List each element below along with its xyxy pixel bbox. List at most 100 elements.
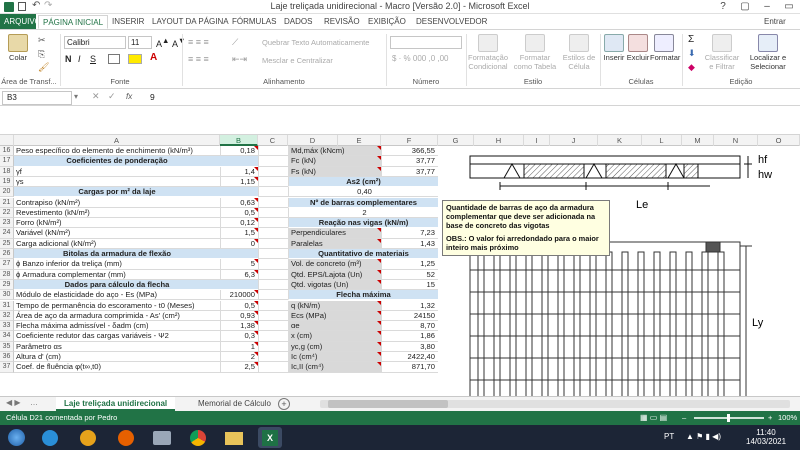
cell-d[interactable]: Ic,II (cm⁴)	[288, 362, 381, 373]
cell-c[interactable]	[258, 207, 288, 219]
cell-b[interactable]: 0,5	[220, 207, 258, 219]
cell-f[interactable]: 8,70	[381, 321, 438, 332]
row-header[interactable]: 27	[0, 259, 14, 270]
column-header-a[interactable]: A	[14, 135, 220, 146]
cell-a[interactable]: Cargas por m² da laje	[14, 187, 220, 198]
column-header-d[interactable]: D	[288, 135, 338, 146]
cell-a[interactable]: γs	[14, 177, 220, 188]
row-header[interactable]: 24	[0, 228, 14, 239]
tray-icons[interactable]: ▲ ⚑ ▮ ◀)	[686, 432, 721, 441]
row-header[interactable]: 28	[0, 269, 14, 280]
cell-d[interactable]: yc,g (cm)	[288, 341, 381, 352]
cell-a[interactable]: Coef. de fluência φ(t∞,t0)	[14, 362, 220, 373]
cell-f[interactable]: 24150	[381, 310, 438, 322]
cell-d[interactable]: Paralelas	[288, 238, 381, 249]
cut-icon[interactable]: ✂	[38, 35, 46, 46]
cell-b[interactable]: 1	[220, 341, 258, 352]
cell-b[interactable]	[220, 156, 258, 167]
column-header-c[interactable]: C	[258, 135, 288, 146]
cell-f[interactable]: 52	[381, 269, 438, 280]
cell-styles-button[interactable]: Estilos de Célula	[562, 34, 596, 71]
tab-page-layout[interactable]: LAYOUT DA PÁGINA	[148, 15, 233, 29]
cell-b[interactable]: 1,15	[220, 176, 258, 188]
cell-d[interactable]: q (kN/m)	[288, 300, 381, 311]
ribbon-display-icon[interactable]: ▢	[734, 0, 756, 14]
tab-review[interactable]: REVISÃO	[320, 15, 364, 29]
cell-f[interactable]: 1,43	[381, 238, 438, 249]
chrome-icon[interactable]	[186, 427, 210, 448]
delete-cells-button[interactable]: Excluir	[626, 34, 650, 62]
bold-button[interactable]: N	[65, 54, 72, 64]
select-all-corner[interactable]	[0, 135, 14, 146]
zoom-in-icon[interactable]: +	[768, 411, 772, 425]
cell-c[interactable]	[258, 238, 288, 249]
font-name-select[interactable]: Calibri	[64, 36, 126, 49]
column-header-m[interactable]: M	[682, 135, 714, 146]
excel-taskbar-icon[interactable]: X	[258, 427, 282, 448]
font-size-select[interactable]: 11	[128, 36, 152, 49]
cell-f[interactable]: 37,77	[381, 166, 438, 177]
enter-icon[interactable]: ✓	[108, 91, 116, 102]
cell-a[interactable]: γf	[14, 167, 220, 177]
merge-center-button[interactable]: Mesclar e Centralizar	[262, 56, 382, 65]
cell-a[interactable]: Contrapiso (kN/m²)	[14, 198, 220, 208]
cell-a[interactable]: Peso específico do elemento de enchiment…	[14, 146, 220, 157]
format-table-button[interactable]: Formatar como Tabela	[510, 34, 560, 71]
cell-b[interactable]: 1,38	[220, 321, 258, 332]
column-header-j[interactable]: J	[550, 135, 598, 146]
cell-f[interactable]: 366,55	[381, 146, 438, 157]
cell-a[interactable]: Carga adicional (kN/m²)	[14, 239, 220, 249]
row-header[interactable]: 30	[0, 290, 14, 301]
cell-b[interactable]: 2,5	[220, 362, 258, 373]
clear-icon[interactable]: ◆	[688, 62, 695, 73]
column-header-k[interactable]: K	[598, 135, 642, 146]
tab-insert[interactable]: INSERIR	[108, 15, 148, 29]
sheet-tab-laje[interactable]: Laje treliçada unidirecional	[56, 397, 176, 411]
formula-input[interactable]: 9	[150, 92, 155, 102]
cell-c[interactable]	[258, 279, 288, 291]
cell-b[interactable]	[220, 279, 258, 291]
row-header[interactable]: 34	[0, 331, 14, 342]
view-normal-icon[interactable]: ▦ ▭ ▤	[640, 411, 667, 425]
cell-f[interactable]: 1,25	[381, 259, 438, 270]
cell-a[interactable]: Bitolas da armadura de flexão	[14, 249, 220, 260]
cell-b[interactable]: 0,18	[220, 146, 258, 157]
column-header-b[interactable]: B	[220, 135, 258, 146]
clock[interactable]: 11:40 14/03/2021	[746, 428, 786, 446]
tab-data[interactable]: DADOS	[280, 15, 316, 29]
zoom-out-icon[interactable]: –	[682, 411, 686, 425]
formula-bar-expanded-area[interactable]	[0, 106, 800, 135]
font-color-icon[interactable]: A	[150, 52, 157, 63]
zoom-level[interactable]: 100%	[778, 411, 797, 425]
cell-f[interactable]: 1,86	[381, 331, 438, 342]
add-sheet-button[interactable]: +	[278, 398, 290, 410]
cell-a[interactable]: Tempo de permanência do escoramento - t0…	[14, 301, 220, 311]
cell-a[interactable]: Coeficiente redutor das cargas variáveis…	[14, 331, 220, 342]
cell-d[interactable]: Fc (kN)	[288, 156, 381, 167]
cell-d[interactable]: Ic (cm⁴)	[288, 352, 381, 363]
cell-b[interactable]: 0,5	[220, 300, 258, 311]
cell-a[interactable]: Parâmetro αs	[14, 342, 220, 352]
horizontal-scrollbar[interactable]	[320, 400, 790, 408]
scrollbar-thumb[interactable]	[328, 400, 448, 408]
wrap-text-button[interactable]: Quebrar Texto Automaticamente	[262, 38, 382, 47]
format-cells-button[interactable]: Formatar	[650, 34, 680, 62]
cell-d[interactable]: Perpendiculares	[288, 228, 381, 239]
cell-b[interactable]: 6,3	[220, 269, 258, 280]
cell-d[interactable]: 0,40	[288, 187, 438, 198]
cell-f[interactable]: 3,80	[381, 341, 438, 352]
cell-b[interactable]: 0	[220, 238, 258, 249]
cell-c[interactable]	[258, 176, 288, 188]
sheet-tab-memorial[interactable]: Memorial de Cálculo	[190, 397, 279, 411]
worksheet-grid[interactable]: 16 Peso específico do elemento de enchime…	[0, 146, 800, 396]
tab-view[interactable]: EXIBIÇÃO	[364, 15, 410, 29]
cell-d[interactable]: As2 (cm²)	[288, 176, 438, 188]
help-icon[interactable]: ?	[712, 0, 734, 14]
paste-button[interactable]: Colar	[4, 34, 32, 62]
column-header-h[interactable]: H	[474, 135, 524, 146]
cell-f[interactable]: 7,23	[381, 228, 438, 239]
fill-color-icon[interactable]	[128, 54, 142, 64]
cancel-icon[interactable]: ✕	[92, 91, 100, 102]
zoom-slider[interactable]	[694, 414, 764, 422]
minimize-button[interactable]: –	[756, 0, 778, 14]
